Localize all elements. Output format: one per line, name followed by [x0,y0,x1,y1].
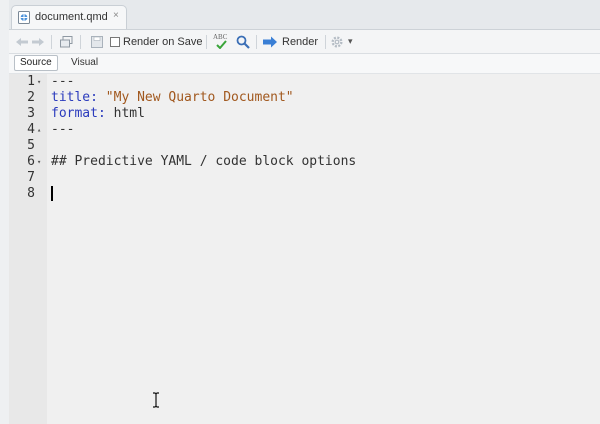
render-on-save-checkbox[interactable] [110,36,120,47]
render-button[interactable]: Render [262,30,318,53]
forward-button[interactable] [31,30,45,53]
back-button[interactable] [15,30,29,53]
save-button[interactable] [91,30,103,53]
find-button[interactable] [236,30,250,53]
toolbar-separator [325,35,326,49]
render-arrow-icon [263,36,277,47]
yaml-key: title: [51,90,98,105]
render-on-save-label: Render on Save [123,35,203,48]
line-number: 5 [27,138,35,153]
source-mode-button[interactable]: Source [14,55,58,71]
spellcheck-icon: ABC [213,33,230,51]
line-number: 1 [27,74,35,89]
tab-document-qmd[interactable]: document.qmd × [11,5,127,29]
back-arrow-icon [16,37,28,46]
gear-icon [331,35,343,48]
code-editor[interactable]: 1 ▾ --- 2 title: "My New Quarto Document… [9,74,600,424]
yaml-key: format: [51,106,106,121]
render-label: Render [282,35,319,48]
yaml-string-value: "My New Quarto Document" [97,90,294,105]
line-number: 4 [27,122,35,137]
close-tab-icon[interactable]: × [113,10,119,21]
toolbar-separator [206,35,207,49]
open-in-window-icon [60,35,73,47]
line-number: 7 [27,170,35,185]
show-in-new-window-button[interactable] [60,30,73,53]
code-line: --- [51,122,75,137]
ibeam-cursor-icon [153,392,159,408]
text-cursor [51,186,53,201]
fold-arrow-icon[interactable]: ▾ [37,154,41,170]
forward-arrow-icon [32,37,44,46]
code-line: title: "My New Quarto Document" [51,90,294,106]
toolbar-separator [256,35,257,49]
quarto-doc-icon [18,11,30,24]
editor-tab-bar: document.qmd × [9,0,600,30]
line-number: 3 [27,106,35,121]
save-icon [91,35,103,48]
chevron-down-icon: ▾ [348,36,353,46]
code-line: --- [51,74,75,89]
toolbar-separator [51,35,52,49]
spellcheck-button[interactable]: ABC [213,30,230,53]
code-line: format: html [51,106,145,122]
search-icon [236,35,250,49]
toolbar-separator [80,35,81,49]
visual-mode-button[interactable]: Visual [71,56,98,70]
line-number: 6 [27,154,35,169]
code-line: ## Predictive YAML / code block options [51,154,357,169]
editor-mode-bar: Source Visual [9,54,600,74]
render-on-save-toggle[interactable]: Render on Save [110,30,203,53]
tab-filename: document.qmd [35,11,108,23]
fold-arrow-icon[interactable]: ▾ [37,74,41,90]
line-number: 2 [27,90,35,105]
line-number: 8 [27,186,35,201]
editor-toolbar: Render on Save ABC Render ▾ [9,30,600,54]
render-options-button[interactable]: ▾ [330,30,353,53]
yaml-value: html [105,106,145,121]
fold-arrow-icon[interactable]: ▴ [37,122,41,138]
